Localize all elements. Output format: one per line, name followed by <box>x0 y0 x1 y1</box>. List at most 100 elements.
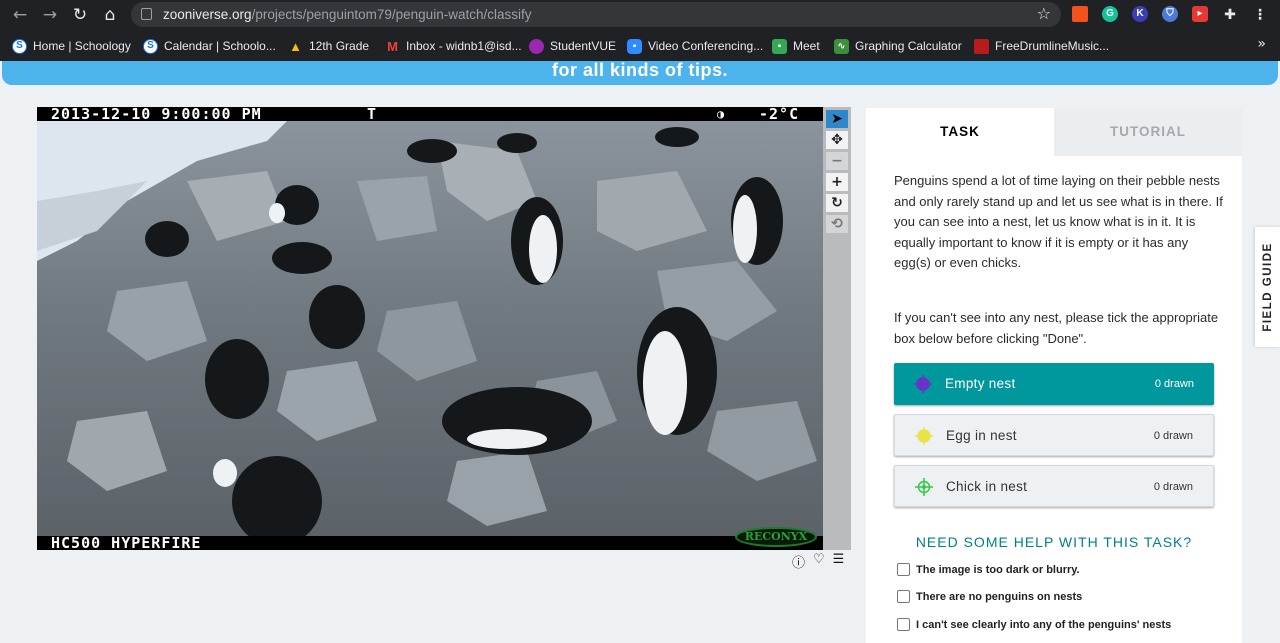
tool-label: Chick in nest <box>946 479 1028 494</box>
bookmark-video-conferencing[interactable]: ▪ Video Conferencing... <box>627 37 763 55</box>
checkbox-no-penguins[interactable]: There are no penguins on nests <box>897 590 1082 603</box>
bookmark-meet[interactable]: ▪ Meet <box>772 37 820 55</box>
task-help-link[interactable]: NEED SOME HELP WITH THIS TASK? <box>866 534 1242 550</box>
crosshair-marker-icon <box>914 375 932 393</box>
tips-banner: for all kinds of tips. <box>2 61 1278 85</box>
extension-grammarly-icon[interactable]: G <box>1102 6 1118 22</box>
bookmark-label: Inbox - widnb1@isd... <box>406 39 522 53</box>
bookmark-star-icon[interactable]: ☆ <box>1037 4 1051 23</box>
checkbox-label: The image is too dark or blurry. <box>916 563 1080 576</box>
tool-label: Egg in nest <box>946 428 1017 443</box>
checkbox-cant-see[interactable]: I can't see clearly into any of the peng… <box>897 618 1171 631</box>
task-instructions: Penguins spend a lot of time laying on t… <box>894 173 1223 270</box>
camera-model: HC500 HYPERFIRE <box>51 534 202 551</box>
url-text[interactable]: zooniverse.org/projects/penguintom79/pen… <box>163 7 531 22</box>
banner-text: for all kinds of tips. <box>551 60 728 80</box>
address-bar[interactable]: zooniverse.org/projects/penguintom79/pen… <box>131 2 1061 27</box>
tool-label: Empty nest <box>945 376 1016 391</box>
reconyx-logo-text: RECONYX <box>744 530 808 543</box>
schoology-icon: S <box>12 38 27 54</box>
subject-viewer[interactable]: 2013-12-10 9:00:00 PM T ◑ -2°C HC500 HYP… <box>37 107 823 550</box>
url-path: /projects/penguintom79/penguin-watch/cla… <box>251 7 532 22</box>
extensions-puzzle-icon[interactable]: ✚ <box>1222 6 1238 22</box>
bookmark-label: StudentVUE <box>550 39 617 53</box>
bookmark-studentvue[interactable]: StudentVUE <box>529 37 616 55</box>
extension-shield-icon[interactable]: ⛉ <box>1162 6 1178 22</box>
pointer-icon[interactable]: ➤ <box>826 110 848 128</box>
checkbox-too-dark[interactable]: The image is too dark or blurry. <box>897 563 1080 576</box>
field-guide-tab[interactable]: FIELD GUIDE <box>1255 227 1280 347</box>
task-panel: TASK TUTORIAL Penguins spend a lot of ti… <box>866 108 1242 643</box>
checkbox[interactable] <box>897 590 910 603</box>
checkbox[interactable] <box>897 618 910 631</box>
google-drive-icon: ▲ <box>289 38 302 54</box>
empty-nest-tool[interactable]: Empty nest 0 drawn <box>894 363 1214 405</box>
image-toolbar: ➤ ✥ − + ↻ ⟲ <box>823 107 851 550</box>
back-arrow-icon[interactable]: ← <box>10 5 30 25</box>
page-info-icon[interactable] <box>141 8 152 20</box>
crosshair-marker-icon <box>915 427 933 445</box>
camera-t-flag: T <box>367 107 378 123</box>
tool-count: 0 drawn <box>1153 481 1193 493</box>
extension-video-icon[interactable]: ▸ <box>1192 6 1208 22</box>
subject-meta-icons: ⓘ ♡ ☰ <box>792 552 844 571</box>
tool-count: 0 drawn <box>1154 378 1194 390</box>
crosshair-marker-icon <box>915 478 933 496</box>
egg-in-nest-tool[interactable]: Egg in nest 0 drawn <box>894 414 1214 456</box>
moon-phase-icon: ◑ <box>717 107 726 121</box>
extension-k-icon[interactable]: K <box>1132 6 1148 22</box>
reconyx-logo: RECONYX <box>735 527 817 547</box>
bookmark-label: Meet <box>793 39 820 53</box>
chrome-menu-icon[interactable]: ⋮ <box>1252 6 1268 22</box>
checkbox[interactable] <box>897 563 910 576</box>
bookmark-label: Video Conferencing... <box>648 39 764 53</box>
camera-info-bottom: HC500 HYPERFIRE <box>37 536 823 550</box>
drumline-icon <box>974 38 989 54</box>
tool-count: 0 drawn <box>1153 430 1193 442</box>
zoom-out-icon[interactable]: − <box>826 152 848 170</box>
chick-in-nest-tool[interactable]: Chick in nest 0 drawn <box>894 465 1214 507</box>
bookmark-12th-grade[interactable]: ▲ 12th Grade <box>288 37 369 55</box>
bookmark-graphing-calculator[interactable]: ∿ Graphing Calculator <box>834 37 962 55</box>
google-meet-icon: ▪ <box>772 38 787 54</box>
studentvue-icon <box>529 38 544 54</box>
heart-icon[interactable]: ♡ <box>813 552 825 571</box>
forward-arrow-icon[interactable]: → <box>40 5 60 25</box>
tab-tutorial[interactable]: TUTORIAL <box>1054 108 1242 156</box>
bookmark-inbox[interactable]: M Inbox - widnb1@isd... <box>385 37 522 55</box>
checkbox-label: There are no penguins on nests <box>916 590 1083 603</box>
gmail-icon: M <box>387 38 398 54</box>
reset-icon[interactable]: ⟲ <box>826 215 848 233</box>
collections-icon[interactable]: ☰ <box>833 552 845 571</box>
field-guide-label: FIELD GUIDE <box>1261 242 1274 332</box>
bookmark-calendar-schoology[interactable]: S Calendar | Schoolo... <box>143 37 276 55</box>
camera-timestamp: 2013-12-10 9:00:00 PM <box>51 107 262 123</box>
schoology-icon: S <box>143 38 158 54</box>
extension-bookmark-icon[interactable] <box>1072 6 1088 22</box>
info-icon[interactable]: ⓘ <box>792 552 805 571</box>
url-host: zooniverse.org <box>163 7 252 22</box>
camera-temperature: -2°C <box>759 107 800 123</box>
bookmark-label: Home | Schoology <box>33 39 131 53</box>
task-instructions-note: If you can't see into any nest, please t… <box>894 310 1219 346</box>
tab-task[interactable]: TASK <box>866 108 1054 156</box>
more-bookmarks-icon[interactable]: » <box>1257 36 1266 52</box>
reload-icon[interactable]: ↻ <box>70 5 90 25</box>
zoom-icon: ▪ <box>627 38 642 54</box>
zoom-in-icon[interactable]: + <box>826 173 848 191</box>
bookmark-freedrumline[interactable]: FreeDrumlineMusic... <box>974 37 1109 55</box>
bookmarks-bar: S Home | Schoology S Calendar | Schoolo...… <box>0 30 1280 61</box>
bookmark-label: 12th Grade <box>309 39 370 53</box>
rotate-icon[interactable]: ↻ <box>826 194 848 212</box>
bookmark-label: FreeDrumlineMusic... <box>995 39 1110 53</box>
bookmark-label: Calendar | Schoolo... <box>164 39 276 53</box>
browser-toolbar: ← → ↻ ⌂ zooniverse.org/projects/penguint… <box>0 0 1280 30</box>
home-icon[interactable]: ⌂ <box>100 5 120 25</box>
bookmark-home-schoology[interactable]: S Home | Schoology <box>12 37 131 55</box>
move-icon[interactable]: ✥ <box>826 131 848 149</box>
bookmark-label: Graphing Calculator <box>855 39 962 53</box>
desmos-icon: ∿ <box>834 38 849 54</box>
penguin-photo[interactable] <box>37 121 823 536</box>
checkbox-label: I can't see clearly into any of the peng… <box>916 618 1172 631</box>
camera-info-top: 2013-12-10 9:00:00 PM T ◑ -2°C <box>37 107 823 123</box>
